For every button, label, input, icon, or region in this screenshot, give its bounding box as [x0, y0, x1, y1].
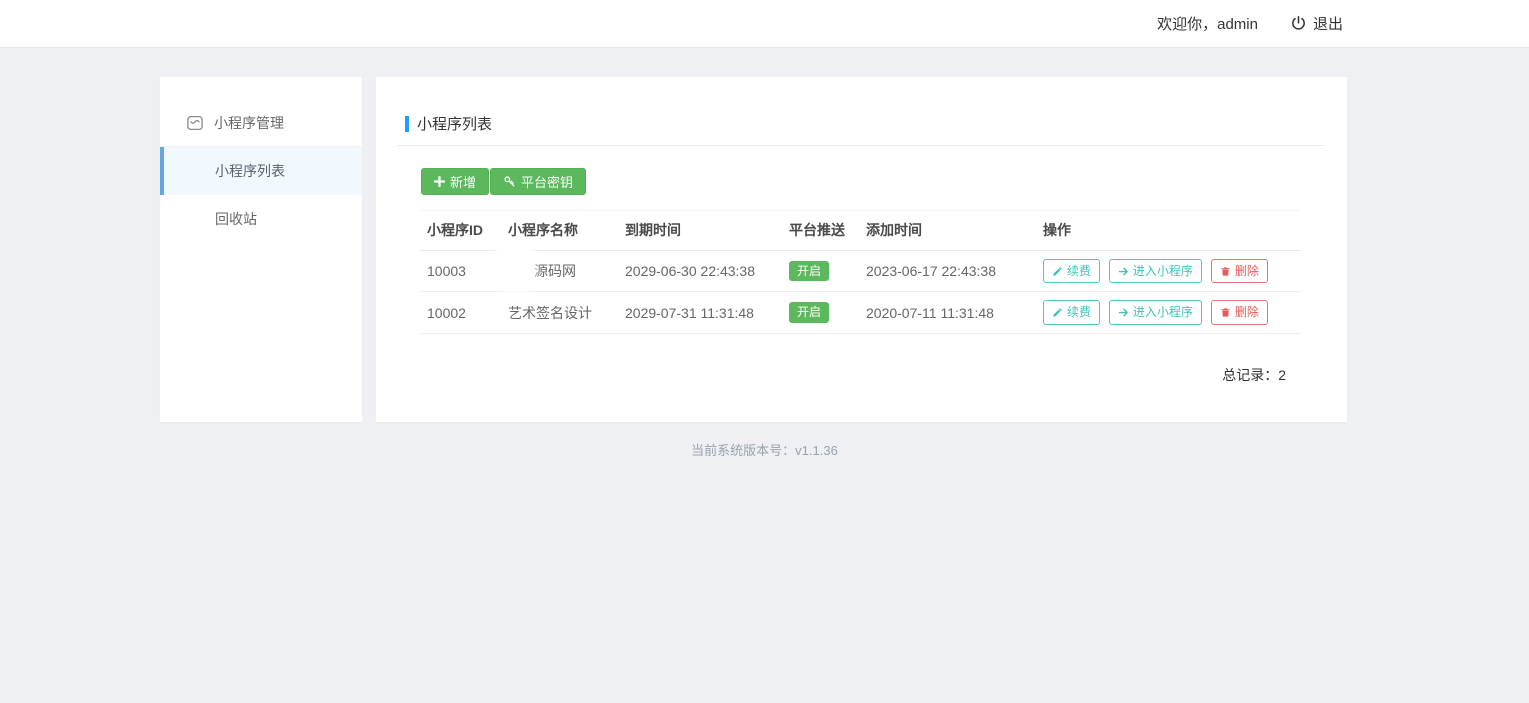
cell-actions: 续费 进入小程序 — [1036, 251, 1301, 292]
miniprogram-icon — [186, 114, 204, 132]
status-badge-on: 开启 — [789, 261, 829, 281]
platform-key-button[interactable]: 平台密钥 — [490, 168, 586, 195]
sidebar-group-miniprogram-management[interactable]: 小程序管理 — [160, 99, 362, 147]
delete-button[interactable]: 删除 — [1211, 300, 1268, 324]
renew-button[interactable]: 续费 — [1043, 300, 1100, 324]
col-header-actions: 操作 — [1036, 211, 1301, 251]
col-header-expire: 到期时间 — [618, 211, 782, 251]
trash-icon — [1220, 307, 1231, 318]
cell-push: 开启 — [782, 292, 859, 333]
cell-id: 10003 — [420, 251, 501, 292]
welcome-text: 欢迎你，admin — [1157, 13, 1258, 34]
table-header-row: 小程序ID 小程序名称 到期时间 平台推送 添加时间 操作 — [420, 211, 1301, 251]
pencil-icon — [1052, 307, 1063, 318]
col-header-push: 平台推送 — [782, 211, 859, 251]
main-panel: 小程序列表 新增 平台密钥 小程序ID — [376, 77, 1347, 422]
delete-label: 删除 — [1235, 305, 1259, 319]
cell-expire: 2029-06-30 22:43:38 — [618, 251, 782, 292]
redaction-patch — [497, 245, 533, 289]
logout-label: 退出 — [1313, 13, 1343, 34]
version-label: 当前系统版本号： — [691, 443, 795, 458]
logout-button[interactable]: 退出 — [1290, 13, 1343, 34]
add-button[interactable]: 新增 — [421, 168, 489, 195]
sidebar-item-label: 回收站 — [215, 209, 257, 229]
enter-label: 进入小程序 — [1133, 305, 1193, 319]
cell-push: 开启 — [782, 251, 859, 292]
top-navbar: 欢迎你，admin 退出 — [0, 0, 1529, 48]
power-icon — [1290, 15, 1307, 32]
renew-label: 续费 — [1067, 264, 1091, 278]
panel-divider — [397, 145, 1325, 146]
panel-title-text: 小程序列表 — [417, 113, 492, 134]
sidebar-item-recycle-bin[interactable]: 回收站 — [160, 195, 362, 243]
enter-miniprogram-button[interactable]: 进入小程序 — [1109, 300, 1202, 324]
plus-icon — [434, 176, 445, 187]
cell-name: 源码网 — [501, 251, 618, 292]
add-button-label: 新增 — [450, 172, 476, 191]
renew-button[interactable]: 续费 — [1043, 259, 1100, 283]
sidebar-item-label: 小程序列表 — [215, 161, 285, 181]
panel-title: 小程序列表 — [405, 113, 492, 134]
miniprogram-name: 艺术签名设计 — [508, 305, 592, 321]
arrow-right-icon — [1118, 266, 1129, 277]
miniprogram-table: 小程序ID 小程序名称 到期时间 平台推送 添加时间 操作 10003 源码网 … — [420, 210, 1301, 334]
cell-actions: 续费 进入小程序 — [1036, 292, 1301, 333]
platform-key-button-label: 平台密钥 — [521, 172, 573, 191]
trash-icon — [1220, 266, 1231, 277]
delete-label: 删除 — [1235, 264, 1259, 278]
enter-label: 进入小程序 — [1133, 264, 1193, 278]
table-row: 10002 艺术签名设计 2029-07-31 11:31:48 开启 2020… — [420, 292, 1301, 333]
delete-button[interactable]: 删除 — [1211, 259, 1268, 283]
sidebar-group-label: 小程序管理 — [214, 113, 284, 133]
col-header-added: 添加时间 — [859, 211, 1036, 251]
table-row: 10003 源码网 2029-06-30 22:43:38 开启 2023-06… — [420, 251, 1301, 292]
version-footer: 当前系统版本号：v1.1.36 — [0, 440, 1529, 459]
sidebar-item-miniprogram-list[interactable]: 小程序列表 — [160, 147, 362, 195]
arrow-right-icon — [1118, 307, 1129, 318]
cell-id: 10002 — [420, 292, 501, 333]
col-header-id: 小程序ID — [420, 211, 501, 251]
cell-name: 艺术签名设计 — [501, 292, 618, 333]
renew-label: 续费 — [1067, 305, 1091, 319]
miniprogram-name: 源码网 — [534, 263, 576, 279]
total-records-label: 总记录： — [1222, 367, 1278, 383]
cell-added: 2020-07-11 11:31:48 — [859, 292, 1036, 333]
sidebar: 小程序管理 小程序列表 回收站 — [160, 77, 362, 422]
total-records: 总记录：2 — [1222, 365, 1286, 385]
status-badge-on: 开启 — [789, 302, 829, 322]
total-records-value: 2 — [1278, 367, 1286, 383]
version-value: v1.1.36 — [795, 443, 838, 458]
enter-miniprogram-button[interactable]: 进入小程序 — [1109, 259, 1202, 283]
key-icon — [503, 175, 516, 188]
title-marker — [405, 116, 409, 132]
cell-expire: 2029-07-31 11:31:48 — [618, 292, 782, 333]
pencil-icon — [1052, 266, 1063, 277]
cell-added: 2023-06-17 22:43:38 — [859, 251, 1036, 292]
